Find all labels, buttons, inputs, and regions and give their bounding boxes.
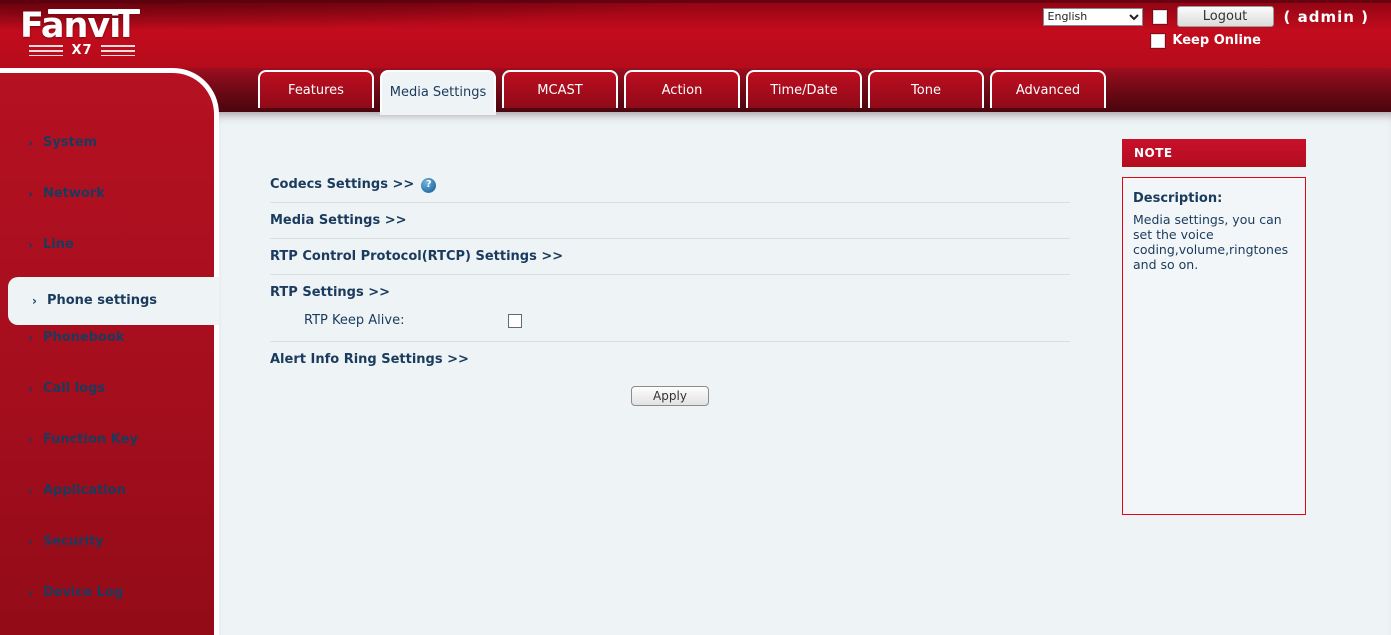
chevron-right-icon: › [28, 238, 33, 252]
note-description-text: Media settings, you can set the voice co… [1133, 212, 1295, 272]
divider [270, 202, 1070, 203]
tab-bar: Features Media Settings MCAST Action Tim… [258, 70, 1106, 112]
sidebar-item-label: Function Key [43, 432, 138, 448]
admin-label: ( admin ) [1284, 8, 1369, 26]
sidebar-item-device-log[interactable]: › Device Log [0, 580, 214, 631]
sidebar-item-label: Security [43, 534, 104, 550]
sidebar-item-system[interactable]: › System [0, 130, 214, 181]
model-name: X7 [71, 43, 92, 58]
section-title[interactable]: RTP Settings >> [270, 285, 390, 301]
section-title[interactable]: RTP Control Protocol(RTCP) Settings >> [270, 249, 563, 265]
sidebar-item-phonebook[interactable]: › Phonebook [0, 325, 214, 376]
logo-decoration-bar [48, 9, 140, 14]
sidebar-item-label: Call logs [43, 381, 105, 397]
help-icon[interactable]: ? [421, 178, 436, 193]
chevron-right-icon: › [28, 586, 33, 600]
section-rtcp-settings[interactable]: RTP Control Protocol(RTCP) Settings >> [270, 249, 1070, 265]
sidebar-item-application[interactable]: › Application [0, 478, 214, 529]
tab-time-date[interactable]: Time/Date [746, 70, 862, 108]
header-checkbox[interactable] [1153, 10, 1167, 24]
sidebar-item-call-logs[interactable]: › Call logs [0, 376, 214, 427]
keep-online-checkbox[interactable] [1151, 34, 1165, 48]
sidebar-item-label: System [43, 135, 97, 151]
chevron-right-icon: › [28, 331, 33, 345]
note-description-label: Description: [1133, 191, 1295, 206]
chevron-right-icon: › [28, 484, 33, 498]
tab-tone[interactable]: Tone [868, 70, 984, 108]
sidebar-item-label: Network [43, 186, 105, 202]
apply-row: Apply [270, 385, 1070, 406]
brand-logo: Fanvil X7 [20, 6, 160, 58]
header-bar: Fanvil X7 English Logout ( admin ) Keep … [0, 0, 1391, 68]
tab-action[interactable]: Action [624, 70, 740, 108]
sidebar: › System › Network › Line › Phone settin… [0, 68, 219, 635]
sidebar-item-label: Line [43, 237, 74, 253]
keep-online-row: Keep Online [1151, 33, 1261, 48]
sidebar-item-label: Application [43, 483, 126, 499]
divider [270, 341, 1070, 342]
divider [270, 238, 1070, 239]
language-select[interactable]: English [1043, 8, 1143, 26]
tab-mcast[interactable]: MCAST [502, 70, 618, 108]
apply-button[interactable]: Apply [631, 386, 709, 406]
tab-features[interactable]: Features [258, 70, 374, 108]
logo-model-row: X7 [20, 43, 144, 58]
header-controls: English Logout ( admin ) [1043, 6, 1369, 27]
tab-media-settings[interactable]: Media Settings [380, 70, 496, 112]
chevron-right-icon: › [28, 187, 33, 201]
sidebar-item-phone-settings[interactable]: › Phone settings [8, 277, 219, 325]
chevron-right-icon: › [28, 535, 33, 549]
chevron-right-icon: › [28, 136, 33, 150]
sidebar-item-function-key[interactable]: › Function Key [0, 427, 214, 478]
logout-button[interactable]: Logout [1177, 6, 1274, 27]
section-title[interactable]: Codecs Settings >> [270, 177, 414, 193]
rtp-keep-alive-checkbox[interactable] [508, 314, 522, 328]
section-codecs-settings[interactable]: Codecs Settings >> ? [270, 177, 1070, 193]
chevron-right-icon: › [28, 382, 33, 396]
rtp-keep-alive-row: RTP Keep Alive: [270, 313, 1070, 328]
section-alert-info-ring-settings[interactable]: Alert Info Ring Settings >> [270, 352, 1070, 368]
sidebar-item-label: Phonebook [43, 330, 125, 346]
logo-lines-right-icon [101, 45, 135, 56]
rtp-keep-alive-label: RTP Keep Alive: [304, 313, 508, 328]
sidebar-item-network[interactable]: › Network [0, 181, 214, 232]
section-media-settings[interactable]: Media Settings >> [270, 213, 1070, 229]
section-title[interactable]: Alert Info Ring Settings >> [270, 352, 469, 368]
sidebar-item-label: Phone settings [47, 293, 157, 309]
note-panel: NOTE Description: Media settings, you ca… [1122, 139, 1306, 515]
divider [270, 274, 1070, 275]
note-title: NOTE [1122, 139, 1306, 167]
page: Fanvil X7 English Logout ( admin ) Keep … [0, 0, 1391, 635]
section-rtp-settings[interactable]: RTP Settings >> [270, 285, 1070, 301]
tab-advanced[interactable]: Advanced [990, 70, 1106, 108]
sidebar-item-security[interactable]: › Security [0, 529, 214, 580]
section-title[interactable]: Media Settings >> [270, 213, 407, 229]
logo-lines-left-icon [29, 45, 63, 56]
sidebar-menu: › System › Network › Line › Phone settin… [0, 130, 214, 631]
sidebar-item-line[interactable]: › Line [0, 232, 214, 283]
chevron-right-icon: › [28, 433, 33, 447]
keep-online-label: Keep Online [1172, 33, 1261, 48]
note-box: Description: Media settings, you can set… [1122, 177, 1306, 515]
chevron-right-icon: › [32, 294, 37, 308]
settings-sections: Codecs Settings >> ? Media Settings >> R… [270, 167, 1070, 406]
sidebar-item-label: Device Log [43, 585, 123, 601]
